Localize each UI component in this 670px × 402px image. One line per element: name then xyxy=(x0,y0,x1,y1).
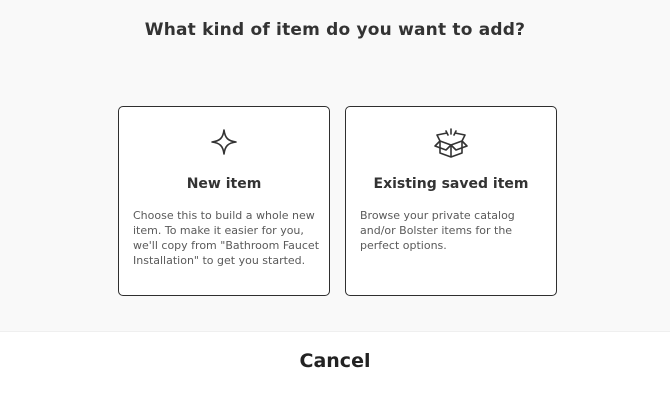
new-item-title: New item xyxy=(186,176,262,192)
add-item-dialog: What kind of item do you want to add? Ne… xyxy=(0,0,670,331)
new-item-card[interactable]: New item Choose this to build a whole ne… xyxy=(118,106,330,296)
open-box-icon xyxy=(346,127,556,158)
existing-item-card[interactable]: Existing saved item Browse your private … xyxy=(345,106,557,296)
dialog-footer: Cancel xyxy=(0,331,670,402)
sparkle-icon xyxy=(119,127,329,157)
existing-item-description: Browse your private catalog and/or Bolst… xyxy=(360,209,515,252)
new-item-description: Choose this to build a whole new item. T… xyxy=(133,209,320,267)
cancel-button[interactable]: Cancel xyxy=(0,350,670,372)
dialog-title: What kind of item do you want to add? xyxy=(144,20,526,40)
existing-item-title: Existing saved item xyxy=(373,176,529,192)
